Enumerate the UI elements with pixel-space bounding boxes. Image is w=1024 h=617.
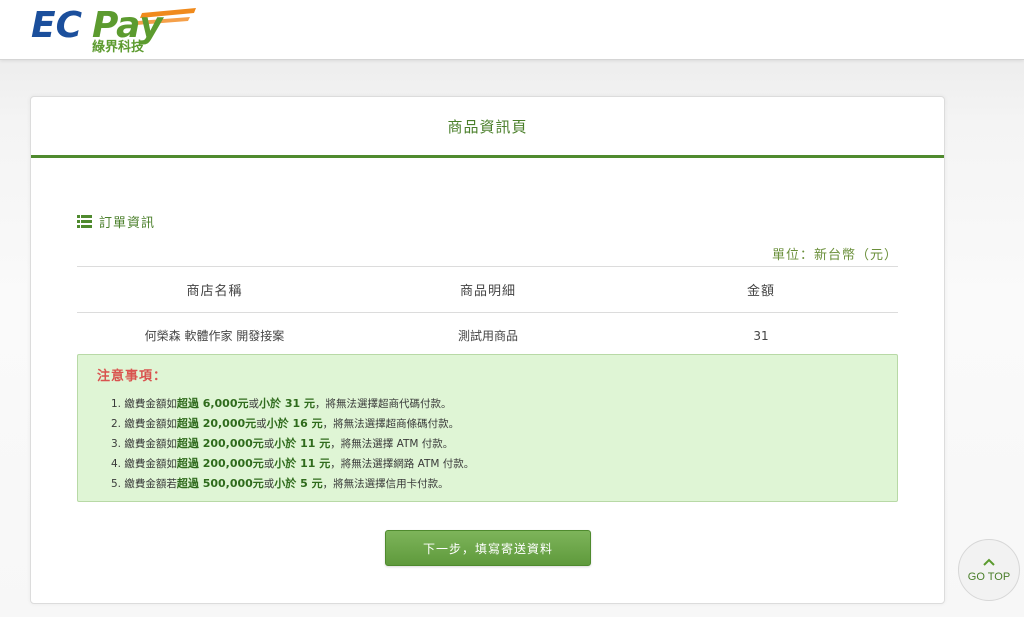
svg-text:綠界科技: 綠界科技 [92,39,145,54]
notice-item-prefix: 2. 繳費金額如 [111,418,177,430]
card-header: 商品資訊頁 [31,97,944,158]
next-step-button[interactable]: 下一步，填寫寄送資料 [385,530,591,566]
notice-item-prefix: 1. 繳費金額如 [111,398,177,410]
column-header-product-detail: 商品明細 [352,266,624,313]
notice-item-or: 或 [248,398,259,410]
table-row: 何榮森 軟體作家 開發接案 測試用商品 31 [77,313,898,359]
notice-item-over-amount: 超過 6,000元 [176,397,249,410]
top-bar: EC Pay 綠界科技 [0,0,1024,60]
page-title: 商品資訊頁 [447,117,528,136]
notice-item-prefix: 5. 繳費金額若 [111,478,177,490]
notice-item: 4. 繳費金額如超過 200,000元或小於 11 元，將無法選擇網路 ATM … [111,454,474,474]
notice-item-or: 或 [263,438,275,450]
amount-cell: 31 [753,328,769,343]
notice-list: 1. 繳費金額如超過 6,000元或小於 31 元，將無法選擇超商代碼付款。 2… [111,394,474,494]
notice-item-under-amount: 小於 5 元 [274,477,323,490]
list-icon [77,215,92,228]
product-info-card: 商品資訊頁 訂單資訊 單位：新台幣（元） 商店名稱 商品明細 金額 何榮森 軟體… [30,96,945,604]
chevron-up-icon [983,558,995,566]
notice-item-over-amount: 超過 20,000元 [176,417,257,430]
notice-item-over-amount: 超過 200,000元 [176,457,264,470]
currency-unit-label: 單位：新台幣（元） [771,248,898,263]
notice-item-over-amount: 超過 200,000元 [176,437,264,450]
section-label: 訂單資訊 [99,216,156,231]
notice-item-prefix: 3. 繳費金額如 [111,438,177,450]
notice-item-prefix: 4. 繳費金額如 [111,458,177,470]
notice-item-suffix: ，將無法選擇超商條碼付款。 [322,418,460,430]
notice-item-under-amount: 小於 16 元 [266,417,323,430]
notice-item: 2. 繳費金額如超過 20,000元或小於 16 元，將無法選擇超商條碼付款。 [111,414,474,434]
order-info-heading: 訂單資訊 [77,212,155,231]
notice-item: 5. 繳費金額若超過 500,000元或小於 5 元，將無法選擇信用卡付款。 [111,474,474,494]
store-name-cell: 何榮森 軟體作家 開發接案 [144,329,285,343]
notice-box: 注意事項： 1. 繳費金額如超過 6,000元或小於 31 元，將無法選擇超商代… [77,354,898,502]
notice-item-or: 或 [263,478,275,490]
notice-item-suffix: ，將無法選擇網路 ATM 付款。 [330,458,475,470]
go-top-label: GO TOP [967,570,1011,583]
notice-item-suffix: ，將無法選擇超商代碼付款。 [314,398,452,410]
notice-item-or: 或 [256,418,267,430]
order-table: 商店名稱 商品明細 金額 何榮森 軟體作家 開發接案 測試用商品 31 [77,266,898,358]
notice-item-under-amount: 小於 31 元 [258,397,315,410]
notice-item-or: 或 [263,458,275,470]
notice-item-suffix: ，將無法選擇 ATM 付款。 [330,438,454,450]
notice-title: 注意事項： [97,369,168,384]
notice-item-under-amount: 小於 11 元 [274,437,331,450]
go-top-button[interactable]: GO TOP [958,539,1020,601]
notice-item: 1. 繳費金額如超過 6,000元或小於 31 元，將無法選擇超商代碼付款。 [111,394,474,414]
product-detail-cell: 測試用商品 [457,329,518,343]
column-header-amount: 金額 [624,266,898,313]
table-header-row: 商店名稱 商品明細 金額 [77,266,898,313]
notice-item: 3. 繳費金額如超過 200,000元或小於 11 元，將無法選擇 ATM 付款… [111,434,474,454]
notice-item-over-amount: 超過 500,000元 [176,477,264,490]
svg-text:EC: EC [31,5,83,46]
notice-item-under-amount: 小於 11 元 [274,457,331,470]
column-header-store-name: 商店名稱 [77,266,352,313]
notice-item-suffix: ，將無法選擇信用卡付款。 [322,478,449,490]
ecpay-logo[interactable]: EC Pay 綠界科技 [30,2,200,54]
